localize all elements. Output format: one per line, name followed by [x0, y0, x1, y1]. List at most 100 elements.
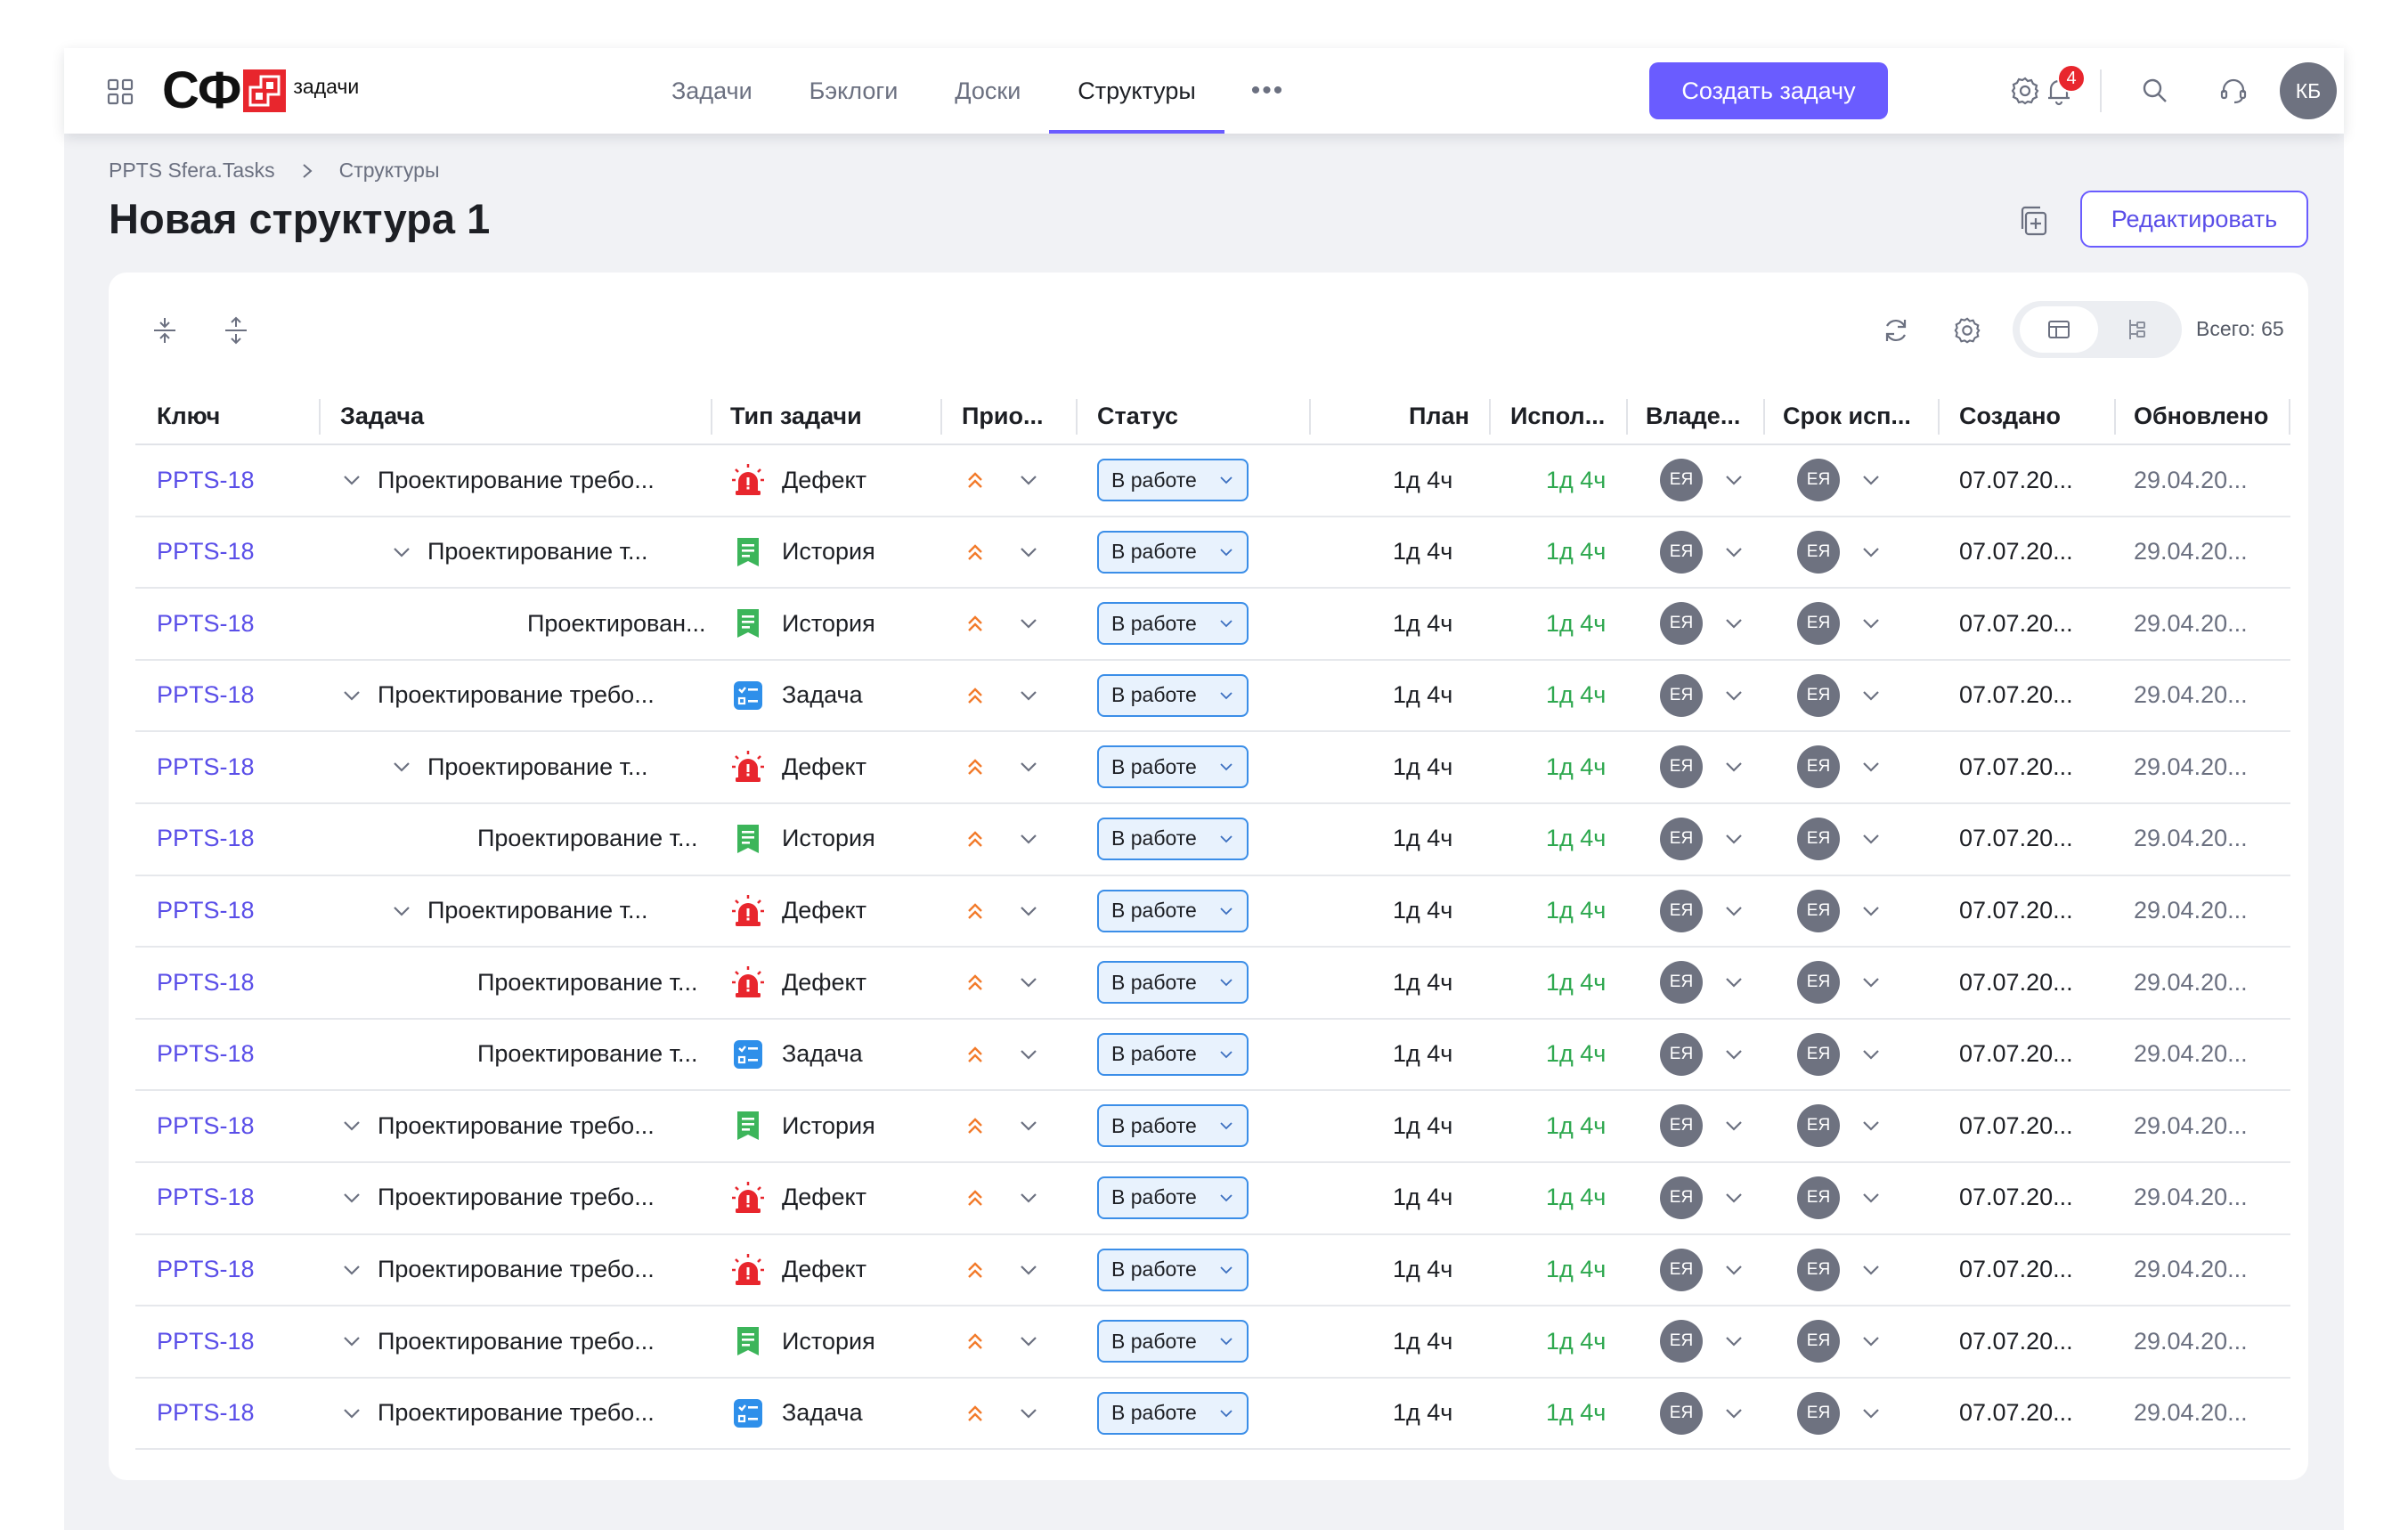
- owner-avatar[interactable]: ЕЯ: [1660, 1163, 1703, 1233]
- col-task[interactable]: Задача: [340, 387, 424, 445]
- col-owner[interactable]: Владе...: [1646, 387, 1740, 445]
- priority-dropdown-chevron-icon[interactable]: [1017, 1091, 1040, 1160]
- task-title[interactable]: Проектирование т...: [427, 517, 648, 587]
- col-due[interactable]: Срок исп...: [1783, 387, 1911, 445]
- nav-more-button[interactable]: •••: [1224, 48, 1312, 134]
- expand-chevron-icon[interactable]: [340, 1306, 372, 1376]
- column-divider[interactable]: [1489, 399, 1491, 435]
- task-title[interactable]: Проектирование требо...: [378, 445, 655, 515]
- priority-dropdown-chevron-icon[interactable]: [1017, 445, 1040, 515]
- assignee-avatar[interactable]: ЕЯ: [1797, 732, 1840, 802]
- table-row[interactable]: PPTS-18 Проектирование требо... История В р…: [135, 1306, 2290, 1379]
- expand-all-icon[interactable]: [221, 315, 251, 346]
- expand-chevron-icon[interactable]: [340, 1235, 372, 1305]
- status-dropdown[interactable]: В работе: [1097, 1379, 1249, 1448]
- owner-avatar[interactable]: ЕЯ: [1660, 1020, 1703, 1089]
- owner-dropdown-chevron-icon[interactable]: [1722, 589, 1745, 658]
- nav-boards[interactable]: Доски: [926, 48, 1049, 134]
- assignee-avatar[interactable]: ЕЯ: [1797, 1020, 1840, 1089]
- nav-backlogs[interactable]: Бэклоги: [781, 48, 927, 134]
- status-dropdown[interactable]: В работе: [1097, 948, 1249, 1017]
- owner-avatar[interactable]: ЕЯ: [1660, 1235, 1703, 1305]
- status-dropdown[interactable]: В работе: [1097, 589, 1249, 658]
- assignee-dropdown-chevron-icon[interactable]: [1859, 1379, 1883, 1448]
- task-title[interactable]: Проектирование т...: [477, 1020, 698, 1089]
- app-logo[interactable]: СФ задачи: [162, 65, 359, 117]
- table-row[interactable]: PPTS-18 Проектирование т... История В работ…: [135, 804, 2290, 876]
- table-view-option[interactable]: [2020, 306, 2098, 353]
- task-key-link[interactable]: PPTS-18: [157, 661, 255, 730]
- assignee-avatar[interactable]: ЕЯ: [1797, 876, 1840, 946]
- column-divider[interactable]: [1626, 399, 1628, 435]
- table-row[interactable]: PPTS-18 Проектирование требо... Задача В ра…: [135, 661, 2290, 733]
- owner-dropdown-chevron-icon[interactable]: [1722, 1235, 1745, 1305]
- assignee-avatar[interactable]: ЕЯ: [1797, 517, 1840, 587]
- owner-dropdown-chevron-icon[interactable]: [1722, 1020, 1745, 1089]
- owner-avatar[interactable]: ЕЯ: [1660, 1306, 1703, 1376]
- column-divider[interactable]: [711, 399, 712, 435]
- task-title[interactable]: Проектирование т...: [477, 804, 698, 874]
- task-key-link[interactable]: PPTS-18: [157, 589, 255, 658]
- assignee-dropdown-chevron-icon[interactable]: [1859, 804, 1883, 874]
- assignee-dropdown-chevron-icon[interactable]: [1859, 661, 1883, 730]
- owner-avatar[interactable]: ЕЯ: [1660, 876, 1703, 946]
- owner-dropdown-chevron-icon[interactable]: [1722, 1306, 1745, 1376]
- table-row[interactable]: PPTS-18 Проектирование требо... Дефект В ра…: [135, 1163, 2290, 1235]
- nav-structures[interactable]: Структуры: [1049, 48, 1225, 134]
- col-type[interactable]: Тип задачи: [730, 387, 862, 445]
- owner-avatar[interactable]: ЕЯ: [1660, 445, 1703, 515]
- expand-chevron-icon[interactable]: [340, 1091, 372, 1160]
- table-row[interactable]: PPTS-18 Проектирование требо... Дефект В ра…: [135, 445, 2290, 517]
- status-dropdown[interactable]: В работе: [1097, 876, 1249, 946]
- table-row[interactable]: PPTS-18 Проектирование требо... Дефект В ра…: [135, 1235, 2290, 1307]
- column-divider[interactable]: [1763, 399, 1765, 435]
- assignee-dropdown-chevron-icon[interactable]: [1859, 1235, 1883, 1305]
- assignee-avatar[interactable]: ЕЯ: [1797, 1091, 1840, 1160]
- owner-avatar[interactable]: ЕЯ: [1660, 1091, 1703, 1160]
- task-key-link[interactable]: PPTS-18: [157, 876, 255, 946]
- task-title[interactable]: Проектирован...: [527, 589, 706, 658]
- owner-dropdown-chevron-icon[interactable]: [1722, 876, 1745, 946]
- priority-dropdown-chevron-icon[interactable]: [1017, 804, 1040, 874]
- priority-dropdown-chevron-icon[interactable]: [1017, 589, 1040, 658]
- task-title[interactable]: Проектирование требо...: [378, 1379, 655, 1448]
- col-status[interactable]: Статус: [1097, 387, 1178, 445]
- expand-chevron-icon[interactable]: [390, 732, 422, 802]
- task-key-link[interactable]: PPTS-18: [157, 732, 255, 802]
- table-row[interactable]: PPTS-18 Проектирование т... История В работ…: [135, 517, 2290, 590]
- owner-dropdown-chevron-icon[interactable]: [1722, 517, 1745, 587]
- assignee-avatar[interactable]: ЕЯ: [1797, 661, 1840, 730]
- assignee-dropdown-chevron-icon[interactable]: [1859, 1306, 1883, 1376]
- copy-add-icon[interactable]: [2016, 203, 2052, 239]
- assignee-dropdown-chevron-icon[interactable]: [1859, 948, 1883, 1017]
- task-title[interactable]: Проектирование требо...: [378, 1163, 655, 1233]
- column-divider[interactable]: [1938, 399, 1940, 435]
- search-icon[interactable]: [2139, 75, 2171, 107]
- column-divider[interactable]: [1076, 399, 1078, 435]
- task-title[interactable]: Проектирование т...: [477, 948, 698, 1017]
- owner-dropdown-chevron-icon[interactable]: [1722, 732, 1745, 802]
- priority-dropdown-chevron-icon[interactable]: [1017, 876, 1040, 946]
- settings-icon[interactable]: [2009, 75, 2041, 107]
- assignee-avatar[interactable]: ЕЯ: [1797, 1163, 1840, 1233]
- column-divider[interactable]: [940, 399, 942, 435]
- owner-avatar[interactable]: ЕЯ: [1660, 732, 1703, 802]
- task-key-link[interactable]: PPTS-18: [157, 1235, 255, 1305]
- column-divider[interactable]: [1309, 399, 1311, 435]
- assignee-dropdown-chevron-icon[interactable]: [1859, 1020, 1883, 1089]
- expand-chevron-icon[interactable]: [390, 517, 422, 587]
- owner-dropdown-chevron-icon[interactable]: [1722, 1379, 1745, 1448]
- table-row[interactable]: PPTS-18 Проектирование т... Задача В работе…: [135, 1020, 2290, 1092]
- task-key-link[interactable]: PPTS-18: [157, 1163, 255, 1233]
- expand-chevron-icon[interactable]: [340, 1379, 372, 1448]
- assignee-avatar[interactable]: ЕЯ: [1797, 948, 1840, 1017]
- assignee-avatar[interactable]: ЕЯ: [1797, 1235, 1840, 1305]
- assignee-avatar[interactable]: ЕЯ: [1797, 445, 1840, 515]
- col-plan[interactable]: План: [1409, 387, 1469, 445]
- owner-dropdown-chevron-icon[interactable]: [1722, 661, 1745, 730]
- assignee-dropdown-chevron-icon[interactable]: [1859, 732, 1883, 802]
- task-key-link[interactable]: PPTS-18: [157, 948, 255, 1017]
- owner-dropdown-chevron-icon[interactable]: [1722, 445, 1745, 515]
- edit-button[interactable]: Редактировать: [2080, 191, 2308, 248]
- task-title[interactable]: Проектирование т...: [427, 732, 648, 802]
